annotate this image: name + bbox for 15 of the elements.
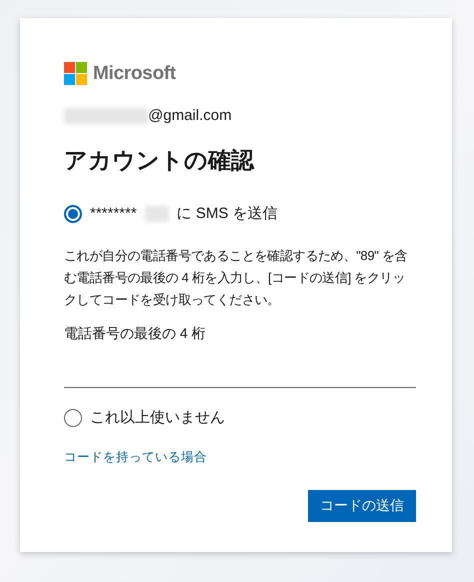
code-link[interactable]: コードを持っている場合 [64,449,207,466]
page-title: アカウントの確認 [64,146,256,175]
account-email: @gmail.com [148,107,232,124]
field-label: 電話番号の最後の 4 桁 [64,325,207,343]
option-label: に SMS を送信 [176,204,278,223]
radio-option[interactable]: ******** に SMS を送信 [64,204,416,223]
logo-text: Microsoft [93,62,176,84]
instruction-text: これが自分の電話番号であることを確認するため、"89" を含む電話番号の最後の 4 桁を入力し、[コードの送信] をクリックしてコードを受け取ってください。 [64,247,408,309]
radio-icon[interactable] [64,204,82,222]
option-label: これ以上使いません [90,408,225,427]
logo-icon [64,62,87,85]
radio-option[interactable]: これ以上使いません [64,408,416,427]
send-code-button[interactable]: コードの送信 [308,490,416,522]
radio-icon[interactable] [64,408,82,426]
masked-phone: ******** [90,205,137,222]
